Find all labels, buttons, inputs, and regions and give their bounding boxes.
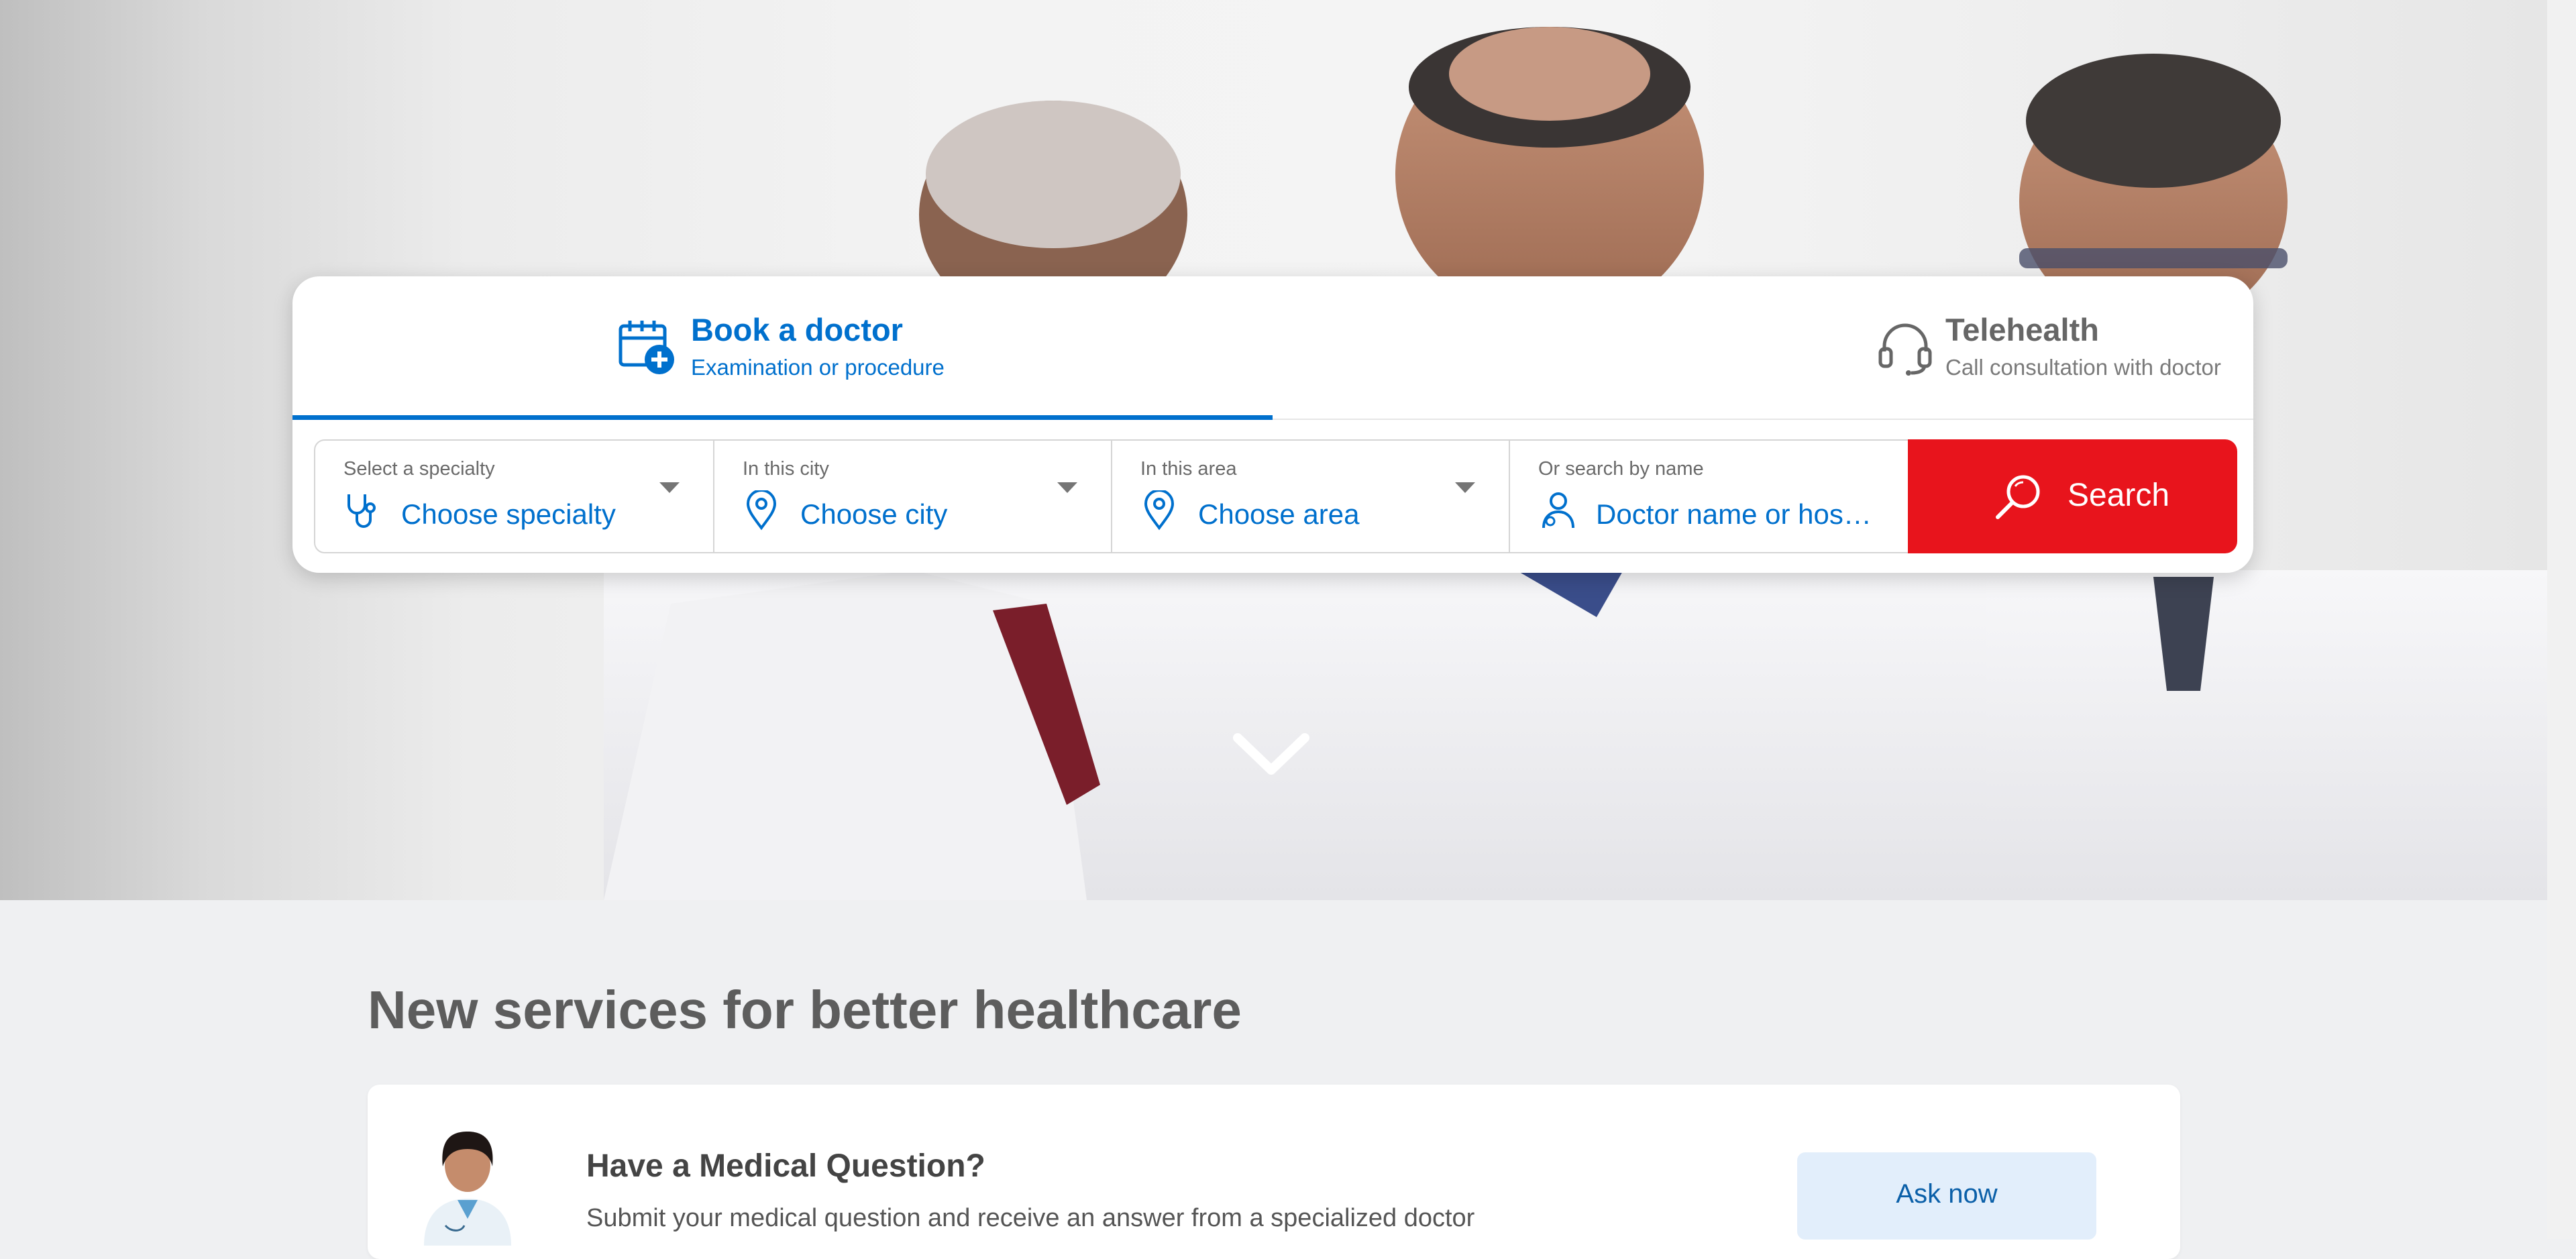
tab-title: Telehealth	[1945, 312, 2099, 347]
booking-tabs: Book a doctor Examination or procedure T…	[292, 276, 2253, 420]
headset-icon	[1878, 323, 1932, 376]
field-value: Choose specialty	[401, 498, 616, 530]
chevron-down-icon	[1057, 482, 1077, 493]
chevron-down-icon	[1455, 482, 1475, 493]
service-description: Submit your medical question and receive…	[586, 1204, 1475, 1232]
city-select[interactable]: In this city Choose city	[713, 441, 1111, 552]
booking-search-card: Book a doctor Examination or procedure T…	[292, 276, 2253, 573]
field-placeholder: Doctor name or hospital	[1596, 498, 1878, 530]
female-doctor-avatar	[424, 1132, 511, 1246]
tab-book-a-doctor[interactable]: Book a doctor Examination or procedure	[292, 276, 1273, 420]
field-label: In this area	[1140, 458, 1237, 480]
tab-title: Book a doctor	[691, 312, 903, 347]
search-icon	[1996, 475, 2040, 519]
field-value: Choose city	[800, 498, 948, 530]
active-tab-indicator	[292, 415, 1273, 420]
name-search-input[interactable]: Or search by name Doctor name or hospita…	[1509, 441, 1907, 552]
specialty-select[interactable]: Select a specialty Choose specialty	[315, 441, 713, 552]
chevron-down-icon	[659, 482, 680, 493]
services-heading: New services for better healthcare	[368, 980, 1242, 1040]
area-select[interactable]: In this area Choose area	[1111, 441, 1509, 552]
field-label: In this city	[743, 458, 829, 480]
stethoscope-icon	[347, 494, 376, 528]
location-pin-icon	[746, 490, 777, 531]
search-fields: Select a specialty Choose specialty In t…	[314, 439, 1923, 553]
location-pin-icon	[1144, 490, 1175, 531]
tab-telehealth[interactable]: Telehealth Call consultation with doctor	[1273, 276, 2253, 419]
field-label: Select a specialty	[343, 458, 495, 480]
search-button[interactable]: Search	[1908, 439, 2237, 553]
scrollbar-track[interactable]	[2547, 0, 2576, 1239]
calendar-plus-icon	[619, 321, 674, 374]
ask-now-button[interactable]: Ask now	[1797, 1152, 2096, 1240]
ask-now-label: Ask now	[1896, 1179, 1998, 1209]
scroll-down-chevron-icon[interactable]	[1232, 731, 1310, 778]
service-heading: Have a Medical Question?	[586, 1148, 985, 1184]
service-card-medical-question: Have a Medical Question? Submit your med…	[368, 1085, 2180, 1259]
search-button-label: Search	[2068, 478, 2170, 513]
field-value: Choose area	[1198, 498, 1360, 530]
field-label: Or search by name	[1538, 458, 1704, 480]
doctor-icon	[1542, 492, 1574, 529]
tab-subtitle: Call consultation with doctor	[1945, 355, 2221, 380]
tab-subtitle: Examination or procedure	[691, 355, 945, 380]
